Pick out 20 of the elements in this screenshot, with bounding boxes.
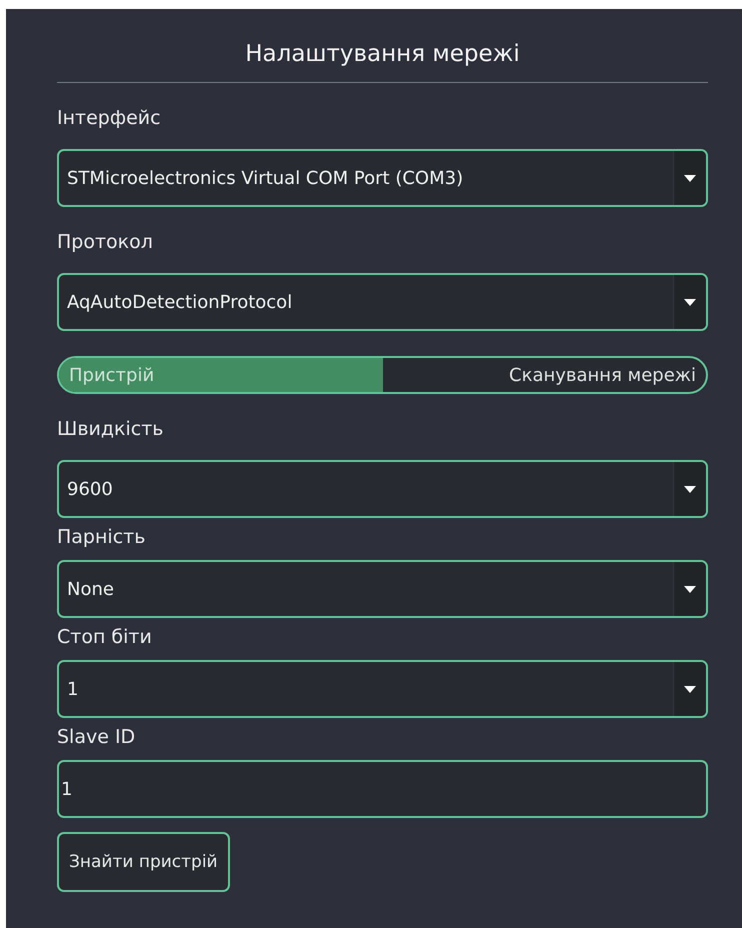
dropdown[interactable]: None	[57, 560, 708, 618]
dropdown-arrow-icon	[684, 586, 696, 592]
field-label: Швидкість	[57, 417, 164, 442]
dropdown-arrow-icon	[684, 174, 696, 182]
field-label: Інтерфейс	[57, 106, 162, 131]
dropdown-arrow-icon	[684, 298, 696, 306]
field-label: Парність	[57, 525, 146, 550]
field-label: Протокол	[57, 230, 154, 255]
field-label: Стоп біти	[57, 625, 153, 650]
dropdown[interactable]: 9600	[57, 460, 708, 518]
find-device-button[interactable]: Знайти пристрій	[57, 832, 230, 892]
input-field[interactable]: 1	[57, 760, 708, 818]
dropdown-arrow-icon	[684, 686, 696, 692]
dropdown[interactable]: AqAutoDetectionProtocol	[57, 273, 708, 331]
mode-tab[interactable]: Сканування мережі	[382, 358, 706, 392]
dropdown-arrow-icon	[684, 486, 696, 492]
field-label: Slave ID	[57, 725, 136, 750]
panel-title: Налаштування мережі	[57, 9, 708, 83]
dropdown[interactable]: 1	[57, 660, 708, 718]
dropdown[interactable]: STMicroelectronics Virtual COM Port (COM3)	[57, 149, 708, 207]
